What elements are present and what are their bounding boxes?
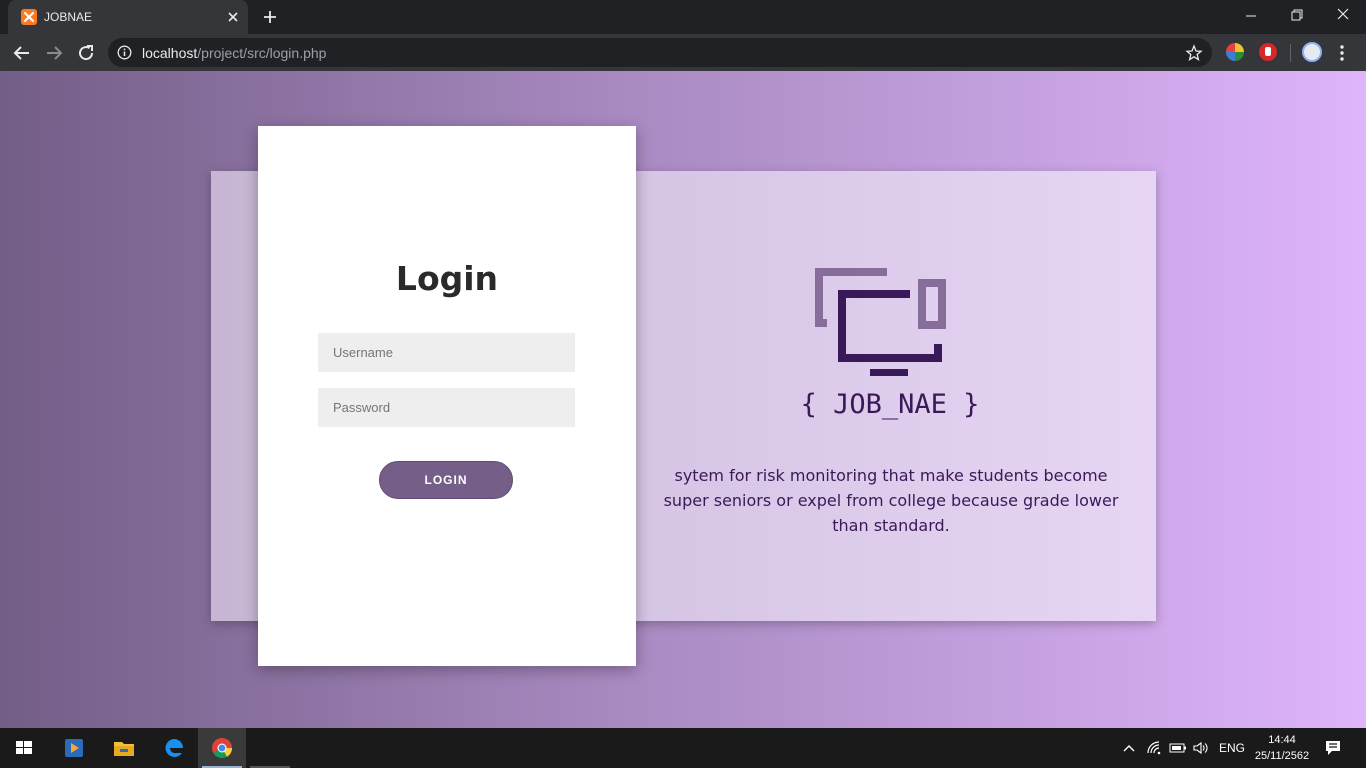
login-button[interactable]: LOGIN	[379, 461, 513, 499]
menu-dots-icon[interactable]	[1338, 43, 1346, 63]
url-path: /project/src/login.php	[197, 45, 327, 61]
battery-icon[interactable]	[1169, 739, 1187, 757]
volume-icon[interactable]	[1192, 739, 1210, 757]
browser-toolbar: localhost/project/src/login.php	[0, 34, 1366, 71]
minimize-icon[interactable]	[1228, 0, 1274, 30]
password-input[interactable]	[318, 388, 575, 427]
extension-icon[interactable]	[1226, 43, 1244, 61]
url-host: localhost	[142, 45, 198, 61]
tab-close-icon[interactable]	[224, 8, 242, 26]
back-arrow-icon[interactable]	[10, 41, 34, 65]
chevron-up-icon[interactable]	[1120, 739, 1138, 757]
login-card: Login LOGIN	[258, 126, 636, 666]
clock-date: 25/11/2562	[1254, 750, 1310, 762]
monitor-logo-icon	[815, 267, 949, 377]
page-viewport: Login LOGIN { JOB_NAE } sytem for risk m…	[0, 71, 1366, 728]
info-icon[interactable]	[117, 45, 132, 60]
browser-tab[interactable]: JOBNAE	[8, 0, 248, 34]
browser-tab-strip: JOBNAE	[0, 0, 1366, 34]
windows-start-icon[interactable]	[0, 728, 48, 768]
restore-icon[interactable]	[1274, 0, 1320, 30]
tab-title: JOBNAE	[44, 10, 93, 24]
new-tab-plus-icon[interactable]	[260, 7, 280, 27]
edge-icon[interactable]	[150, 728, 198, 768]
system-clock[interactable]: 14:44 25/11/2562	[1248, 732, 1316, 764]
adblock-extension-icon[interactable]	[1259, 43, 1277, 61]
login-title: Login	[395, 259, 499, 298]
profile-avatar-icon[interactable]	[1302, 42, 1322, 62]
wifi-icon[interactable]	[1145, 739, 1163, 757]
file-explorer-icon[interactable]	[100, 728, 148, 768]
reload-icon[interactable]	[74, 41, 98, 65]
toolbar-divider	[1290, 44, 1291, 62]
brand-name: { JOB_NAE }	[800, 389, 980, 420]
forward-arrow-icon[interactable]	[42, 41, 66, 65]
window-close-icon[interactable]	[1320, 0, 1366, 30]
brand-description: sytem for risk monitoring that make stud…	[663, 466, 1119, 535]
username-input[interactable]	[318, 333, 575, 372]
chrome-icon[interactable]	[198, 728, 246, 768]
xampp-icon	[21, 9, 37, 25]
address-bar[interactable]: localhost/project/src/login.php	[108, 38, 1212, 67]
language-indicator[interactable]: ENG	[1219, 741, 1245, 755]
clock-time: 14:44	[1268, 734, 1296, 746]
url-text: localhost/project/src/login.php	[142, 45, 326, 61]
media-player-icon[interactable]	[50, 728, 98, 768]
notification-icon[interactable]	[1324, 739, 1342, 757]
windows-taskbar: ENG 14:44 25/11/2562	[0, 728, 1366, 768]
bookmark-star-icon[interactable]	[1185, 44, 1203, 62]
